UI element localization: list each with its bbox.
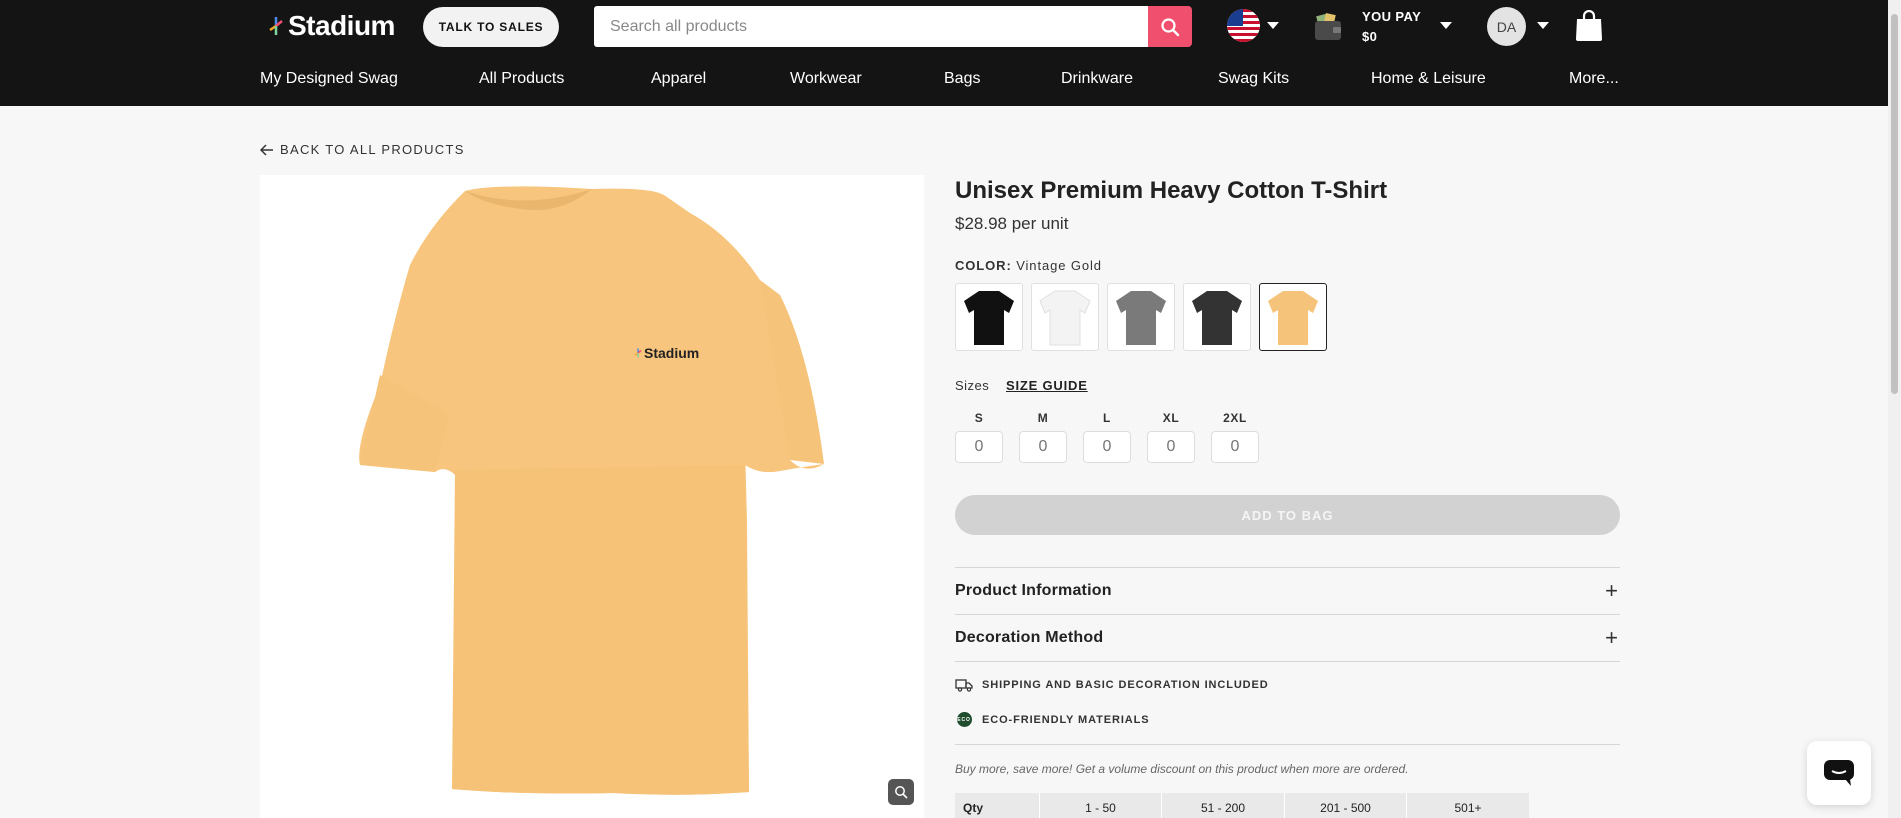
size-label: 2XL <box>1223 411 1247 425</box>
accordion-title: Product Information <box>955 582 1112 599</box>
tshirt-white-icon <box>1039 290 1091 346</box>
sizes-label: Sizes <box>955 378 990 393</box>
plus-icon: + <box>1605 625 1618 650</box>
add-to-bag-button[interactable]: ADD TO BAG <box>955 495 1620 535</box>
divider <box>955 744 1620 745</box>
tshirt-gray-icon <box>1116 291 1166 345</box>
you-pay-amount: $0 <box>1362 29 1378 44</box>
accordion-product-information[interactable]: Product Information + <box>955 568 1620 614</box>
size-m-quantity-input[interactable] <box>1019 431 1067 463</box>
stadium-logo-icon <box>269 17 283 35</box>
country-chevron-down-icon[interactable] <box>1267 22 1279 29</box>
nav-item-bags[interactable]: Bags <box>944 70 980 88</box>
nav-item-home-leisure[interactable]: Home & Leisure <box>1371 70 1486 88</box>
nav-item-my-designed-swag[interactable]: My Designed Swag <box>260 70 398 88</box>
qty-tier: 51 - 200 <box>1162 793 1285 818</box>
shirt-logo-text: Stadium <box>644 345 700 361</box>
search-input[interactable] <box>610 17 1160 36</box>
us-flag-icon[interactable] <box>1227 9 1260 42</box>
product-title: Unisex Premium Heavy Cotton T-Shirt <box>955 177 1388 204</box>
tshirt-black-icon <box>964 291 1014 345</box>
feature-text: SHIPPING AND BASIC DECORATION INCLUDED <box>982 679 1269 691</box>
eco-badge-icon: ECO <box>955 712 973 727</box>
nav-item-all-products[interactable]: All Products <box>479 70 564 88</box>
divider <box>955 661 1620 662</box>
size-label: L <box>1103 411 1111 425</box>
search-icon <box>1161 17 1180 36</box>
size-xl: XL <box>1147 411 1195 463</box>
tshirt-gold-icon <box>1268 291 1318 345</box>
wallet-icon <box>1313 12 1343 42</box>
tshirt-image <box>359 186 824 795</box>
nav-item-workwear[interactable]: Workwear <box>790 70 862 88</box>
qty-tier: 1 - 50 <box>1040 793 1162 818</box>
qty-tier: 201 - 500 <box>1285 793 1407 818</box>
color-label: COLOR: Vintage Gold <box>955 258 1102 273</box>
plus-icon: + <box>1605 578 1618 603</box>
nav-item-apparel[interactable]: Apparel <box>651 70 706 88</box>
color-label-text: COLOR: <box>955 258 1012 273</box>
scrollbar-thumb[interactable] <box>1891 14 1898 394</box>
nav-item-drinkware[interactable]: Drinkware <box>1061 70 1133 88</box>
page-scrollbar[interactable] <box>1888 0 1901 818</box>
back-label: BACK TO ALL PRODUCTS <box>280 142 465 157</box>
main-nav: My Designed Swag All Products Apparel Wo… <box>0 70 1888 94</box>
product-price: $28.98 per unit <box>955 214 1069 233</box>
user-avatar[interactable]: DA <box>1487 7 1526 46</box>
truck-icon <box>955 678 973 692</box>
product-image[interactable]: Stadium <box>260 175 924 818</box>
qty-tier: 501+ <box>1454 801 1482 815</box>
size-label: M <box>1037 411 1049 425</box>
nav-item-more[interactable]: More... <box>1569 70 1619 88</box>
color-swatch-black[interactable] <box>955 283 1023 351</box>
search-button[interactable] <box>1148 6 1192 47</box>
size-2xl: 2XL <box>1211 411 1259 463</box>
account-chevron-down-icon[interactable] <box>1537 22 1549 29</box>
accordion-decoration-method[interactable]: Decoration Method + <box>955 615 1620 661</box>
talk-to-sales-button[interactable]: TALK TO SALES <box>423 7 559 47</box>
size-l: L <box>1083 411 1131 463</box>
arrow-left-icon <box>260 143 273 156</box>
nav-item-swag-kits[interactable]: Swag Kits <box>1218 70 1289 88</box>
tshirt-charcoal-icon <box>1192 291 1242 345</box>
you-pay-display: YOU PAY $0 <box>1362 7 1421 47</box>
selected-color-name: Vintage Gold <box>1016 258 1102 273</box>
size-s-quantity-input[interactable] <box>955 431 1003 463</box>
size-2xl-quantity-input[interactable] <box>1211 431 1259 463</box>
size-s: S <box>955 411 1003 463</box>
color-swatch-vintage-gold[interactable] <box>1259 283 1327 351</box>
feature-eco: ECO ECO-FRIENDLY MATERIALS <box>955 712 1150 727</box>
zoom-button[interactable] <box>888 779 914 805</box>
feature-text: ECO-FRIENDLY MATERIALS <box>982 713 1150 726</box>
color-swatch-charcoal[interactable] <box>1183 283 1251 351</box>
shopping-bag-icon[interactable] <box>1574 9 1604 42</box>
volume-discount-note: Buy more, save more! Get a volume discou… <box>955 762 1409 776</box>
feature-shipping: SHIPPING AND BASIC DECORATION INCLUDED <box>955 678 1269 692</box>
chat-icon <box>1824 760 1854 786</box>
stadium-logo-small-icon <box>634 348 642 358</box>
shirt-logo: Stadium <box>634 345 699 361</box>
size-label: XL <box>1162 411 1180 425</box>
eco-badge: ECO <box>956 712 972 727</box>
size-label: S <box>974 411 984 425</box>
chat-widget-button[interactable] <box>1807 741 1871 805</box>
color-swatch-white[interactable] <box>1031 283 1099 351</box>
zoom-icon <box>895 786 908 799</box>
qty-header: Qty <box>955 793 1040 818</box>
back-to-all-products-link[interactable]: BACK TO ALL PRODUCTS <box>260 142 465 157</box>
size-m: M <box>1019 411 1067 463</box>
search-box <box>594 6 1160 47</box>
volume-pricing-table: Qty 1 - 50 51 - 200 201 - 500 501+ <box>955 793 1529 818</box>
accordion-title: Decoration Method <box>955 629 1104 646</box>
brand-name: Stadium <box>288 10 395 41</box>
wallet-chevron-down-icon[interactable] <box>1440 22 1452 29</box>
color-swatch-gray[interactable] <box>1107 283 1175 351</box>
you-pay-label: YOU PAY <box>1362 9 1422 24</box>
stadium-logo[interactable]: Stadium <box>268 10 395 42</box>
size-l-quantity-input[interactable] <box>1083 431 1131 463</box>
size-xl-quantity-input[interactable] <box>1147 431 1195 463</box>
size-guide-link[interactable]: SIZE GUIDE <box>1006 378 1088 393</box>
